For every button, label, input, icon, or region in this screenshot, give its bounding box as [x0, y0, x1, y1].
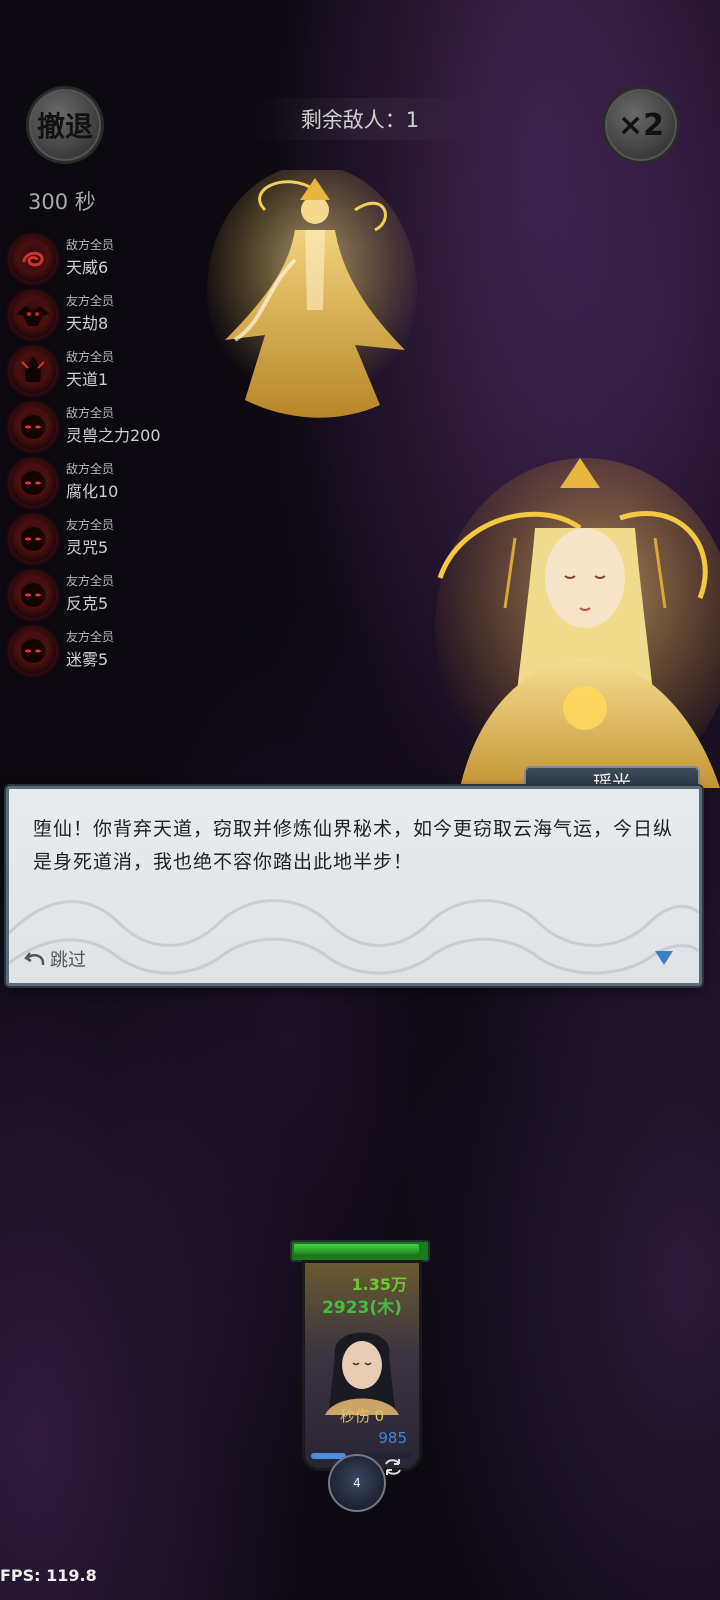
- enemies-remaining-label: 剩余敌人：1: [240, 98, 480, 140]
- buff-category: 友方全员: [66, 574, 115, 588]
- hero-dps: 秒伤 0: [339, 1407, 385, 1425]
- buff-item[interactable]: 友方全员 反克5: [10, 568, 200, 624]
- dialog-box[interactable]: 堕仙！你背弃天道，窃取并修炼仙界秘术，如今更窃取云海气运，今日纵是身死道消，我也…: [6, 786, 702, 986]
- speed-toggle-button[interactable]: ×2: [602, 86, 680, 164]
- red-eyes-icon: [10, 572, 56, 618]
- beast-emblem-icon: [10, 292, 56, 338]
- buff-value: 灵咒5: [66, 538, 109, 557]
- skip-button[interactable]: 跳过: [24, 946, 86, 972]
- swap-icon[interactable]: [382, 1456, 404, 1478]
- buff-category: 敌方全员: [66, 462, 115, 476]
- next-triangle-icon[interactable]: [654, 950, 674, 966]
- battle-timer: 300 秒: [28, 190, 96, 214]
- dragon-emblem-icon: [10, 236, 56, 282]
- dialog-text: 堕仙！你背弃天道，窃取并修炼仙界秘术，如今更窃取云海气运，今日纵是身死道消，我也…: [33, 818, 674, 873]
- enemy-goddess-sprite[interactable]: [205, 170, 420, 435]
- buff-value: 灵兽之力200: [66, 426, 161, 445]
- red-eyes-icon: [10, 516, 56, 562]
- buff-category: 敌方全员: [66, 238, 115, 252]
- buff-item[interactable]: 友方全员 灵咒5: [10, 512, 200, 568]
- buff-category: 友方全员: [66, 294, 115, 308]
- hero-hp-value: 1.35万: [351, 1275, 407, 1294]
- hero-hp-fill: [294, 1244, 419, 1254]
- skill-orb-button[interactable]: 4: [328, 1454, 386, 1512]
- hero-portrait: [325, 1332, 399, 1415]
- buff-value: 反克5: [66, 594, 109, 613]
- buff-value: 腐化10: [66, 482, 119, 501]
- buff-category: 敌方全员: [66, 350, 115, 364]
- buff-item[interactable]: 敌方全员 灵兽之力200: [10, 400, 200, 456]
- hero-attack-value: 2923(木): [322, 1298, 402, 1318]
- fps-counter: FPS: 119.8: [0, 1566, 97, 1585]
- buff-value: 迷雾5: [66, 650, 109, 669]
- red-eyes-icon: [10, 460, 56, 506]
- buff-item[interactable]: 敌方全员 天道1: [10, 344, 200, 400]
- buff-category: 友方全员: [66, 630, 115, 644]
- hero-hp-bar: [290, 1240, 430, 1262]
- demon-emblem-icon: [10, 348, 56, 394]
- red-eyes-icon: [10, 404, 56, 450]
- speaker-portrait: [435, 458, 720, 788]
- buff-value: 天威6: [66, 258, 109, 277]
- skip-label: 跳过: [50, 950, 86, 971]
- undo-arrow-icon: [24, 952, 45, 966]
- hero-mana-value: 985: [378, 1429, 407, 1447]
- buff-category: 友方全员: [66, 518, 115, 532]
- buff-value: 天道1: [66, 370, 109, 389]
- buff-value: 天劫8: [66, 314, 109, 333]
- buff-category: 敌方全员: [66, 406, 115, 420]
- skill-level: 4: [353, 1476, 361, 1490]
- hero-card-body: 1.35万 2923(木) 秒伤 0 985: [302, 1260, 422, 1471]
- wave-pattern-decoration: [9, 899, 699, 975]
- buff-item[interactable]: 友方全员 迷雾5: [10, 624, 200, 680]
- buff-list: 敌方全员 天威6 友方全员 天劫8 敌方全员 天道1 敌方全员 灵兽之力200 …: [10, 232, 200, 680]
- buff-item[interactable]: 敌方全员 天威6: [10, 232, 200, 288]
- hero-card[interactable]: 1.35万 2923(木) 秒伤 0 985 4: [290, 1240, 430, 1512]
- buff-item[interactable]: 敌方全员 腐化10: [10, 456, 200, 512]
- buff-item[interactable]: 友方全员 天劫8: [10, 288, 200, 344]
- red-eyes-icon: [10, 628, 56, 674]
